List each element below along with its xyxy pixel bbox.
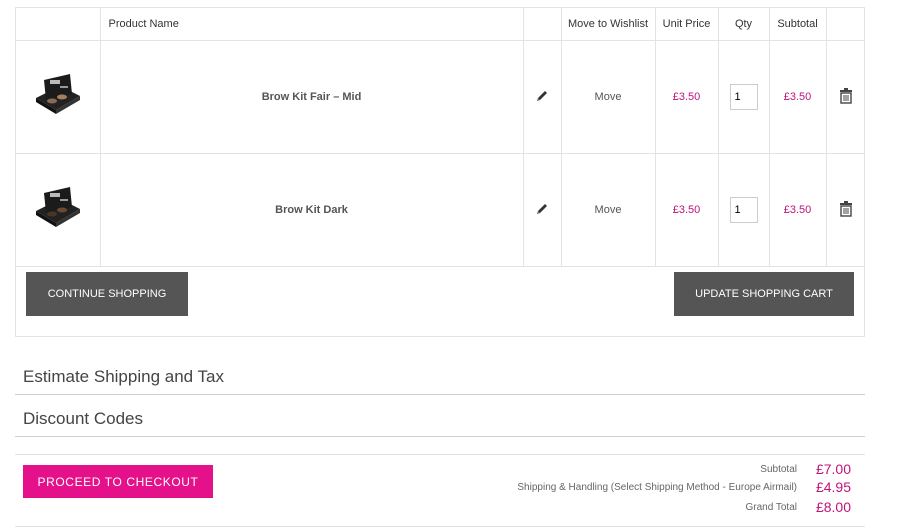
remove-cell — [826, 153, 865, 267]
subtotal-label: Subtotal — [760, 463, 797, 475]
edit-cell — [523, 40, 562, 154]
product-name[interactable]: Brow Kit Fair – Mid — [100, 40, 524, 154]
shipping-value: £4.95 — [815, 479, 851, 495]
update-shopping-cart-button[interactable]: UPDATE SHOPPING CART — [674, 272, 854, 316]
estimate-shipping-tax-toggle[interactable]: Estimate Shipping and Tax — [15, 362, 865, 395]
product-thumbnail-cell[interactable] — [16, 40, 101, 154]
header-unit-price: Unit Price — [655, 8, 719, 41]
product-name[interactable]: Brow Kit Dark — [100, 153, 524, 267]
row-subtotal: £3.50 — [769, 40, 827, 154]
subtotal-value: £7.00 — [815, 461, 851, 477]
checkout-totals-section: PROCEED TO CHECKOUT Subtotal £7.00 Shipp… — [15, 454, 865, 527]
remove-cell — [826, 40, 865, 154]
header-move-to-wishlist: Move to Wishlist — [561, 8, 656, 41]
continue-shopping-button[interactable]: CONTINUE SHOPPING — [26, 272, 188, 316]
header-image — [16, 8, 101, 41]
qty-input[interactable] — [729, 197, 758, 223]
header-qty: Qty — [718, 8, 770, 41]
move-to-wishlist-link[interactable]: Move — [561, 40, 656, 154]
shipping-label: Shipping & Handling (Select Shipping Met… — [517, 481, 797, 493]
table-header-row: Product Name Move to Wishlist Unit Price… — [16, 8, 865, 41]
header-subtotal: Subtotal — [769, 8, 827, 41]
table-row: Brow Kit Fair – Mid Move £3.50 £3.50 — [16, 40, 865, 154]
proceed-to-checkout-button[interactable]: PROCEED TO CHECKOUT — [23, 465, 213, 498]
header-remove — [826, 8, 865, 41]
edit-cell — [523, 153, 562, 267]
qty-cell — [718, 153, 770, 267]
unit-price: £3.50 — [655, 153, 719, 267]
qty-input[interactable] — [729, 84, 758, 110]
grand-total-value: £8.00 — [815, 499, 851, 515]
discount-codes-toggle[interactable]: Discount Codes — [15, 404, 865, 437]
cart-items-table: Product Name Move to Wishlist Unit Price… — [16, 8, 865, 267]
qty-cell — [718, 40, 770, 154]
trash-icon[interactable] — [839, 200, 853, 217]
unit-price: £3.50 — [655, 40, 719, 154]
header-product-name: Product Name — [100, 8, 524, 41]
shipping-row: Shipping & Handling (Select Shipping Met… — [517, 479, 851, 495]
brow-kit-image[interactable] — [30, 181, 86, 237]
brow-kit-image[interactable] — [30, 68, 86, 124]
move-to-wishlist-link[interactable]: Move — [561, 153, 656, 267]
header-edit — [523, 8, 562, 41]
pencil-icon[interactable] — [535, 89, 549, 103]
trash-icon[interactable] — [839, 87, 853, 104]
subtotal-row: Subtotal £7.00 — [760, 461, 851, 477]
product-thumbnail-cell[interactable] — [16, 153, 101, 267]
pencil-icon[interactable] — [535, 202, 549, 216]
table-row: Brow Kit Dark Move £3.50 £3.50 — [16, 153, 865, 267]
row-subtotal: £3.50 — [769, 153, 827, 267]
grand-total-row: Grand Total £8.00 — [745, 499, 851, 515]
grand-total-label: Grand Total — [745, 501, 797, 513]
